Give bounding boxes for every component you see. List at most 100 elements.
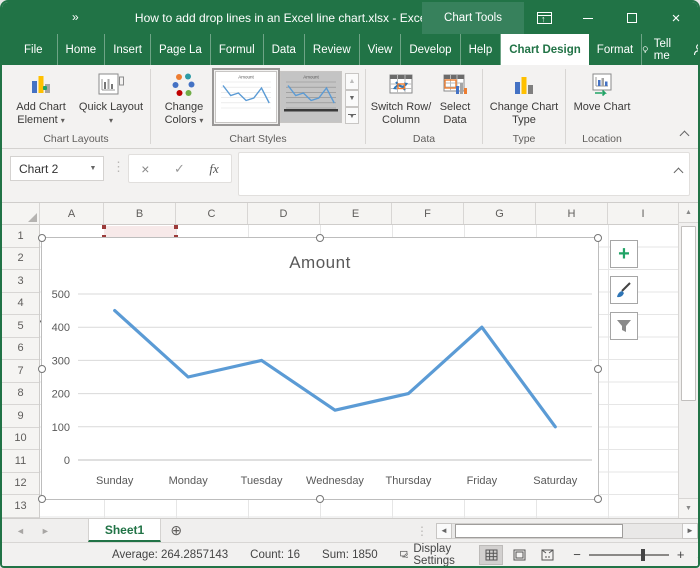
expand-formula-bar-button[interactable]: [675, 163, 682, 181]
resize-handle[interactable]: [594, 365, 602, 373]
page-break-preview-button[interactable]: [535, 545, 559, 565]
new-sheet-button[interactable]: ⊕: [161, 519, 191, 542]
close-button[interactable]: ×: [654, 2, 698, 34]
tab-develop[interactable]: Develop: [401, 34, 460, 65]
row-header-12[interactable]: 12: [2, 473, 39, 496]
chart-filters-button[interactable]: [610, 312, 638, 340]
status-sum[interactable]: Sum: 1850: [322, 549, 378, 561]
insert-function-button[interactable]: fx: [209, 161, 218, 177]
row-header-2[interactable]: 2: [2, 248, 39, 271]
row-header-4[interactable]: 4: [2, 293, 39, 316]
status-count[interactable]: Count: 16: [250, 549, 300, 561]
cancel-button[interactable]: ×: [141, 161, 149, 177]
tab-insert[interactable]: Insert: [105, 34, 151, 65]
column-header-I[interactable]: I: [608, 203, 678, 224]
column-header-F[interactable]: F: [392, 203, 464, 224]
row-header-1[interactable]: 1: [2, 225, 39, 248]
column-header-A[interactable]: A: [40, 203, 104, 224]
switch-row-column-button[interactable]: Switch Row/ Column: [370, 69, 432, 127]
formula-input[interactable]: [238, 152, 690, 196]
resize-handle[interactable]: [594, 234, 602, 242]
tab-review[interactable]: Review: [305, 34, 360, 65]
chart-elements-button[interactable]: +: [610, 240, 638, 268]
add-chart-element-button[interactable]: Add Chart Element ▾: [6, 69, 76, 127]
row-header-7[interactable]: 7: [2, 360, 39, 383]
next-sheet-button[interactable]: ►: [41, 526, 50, 536]
zoom-in-button[interactable]: +: [677, 547, 685, 562]
scroll-up-button[interactable]: ▲: [679, 203, 698, 223]
zoom-slider[interactable]: [589, 554, 669, 556]
range-handle[interactable]: [174, 225, 178, 229]
row-header-10[interactable]: 10: [2, 428, 39, 451]
row-header-8[interactable]: 8: [2, 383, 39, 406]
column-header-C[interactable]: C: [176, 203, 248, 224]
resize-handle[interactable]: [38, 234, 46, 242]
resize-handle[interactable]: [38, 365, 46, 373]
name-box-dropdown-icon[interactable]: ▼: [83, 165, 103, 172]
resize-handle[interactable]: [316, 495, 324, 503]
horizontal-scrollbar-thumb[interactable]: [455, 524, 623, 538]
gallery-up-button[interactable]: ▲: [345, 73, 359, 90]
zoom-out-button[interactable]: −: [573, 547, 581, 562]
gallery-more-button[interactable]: ▼: [345, 107, 359, 124]
column-header-D[interactable]: D: [248, 203, 320, 224]
row-header-6[interactable]: 6: [2, 338, 39, 361]
row-header-11[interactable]: 11: [2, 450, 39, 473]
select-data-button[interactable]: Select Data: [432, 69, 478, 127]
chart-style-2-thumbnail[interactable]: Amount: [280, 71, 342, 123]
collapse-ribbon-button[interactable]: [681, 130, 688, 142]
chart-style-button[interactable]: [610, 276, 638, 304]
tab-help[interactable]: Help: [461, 34, 502, 65]
gallery-down-button[interactable]: ▼: [345, 90, 359, 107]
chart-object[interactable]: 0100200300400500SundayMondayTuesdayWedne…: [41, 237, 599, 500]
page-layout-view-button[interactable]: [507, 545, 531, 565]
grid[interactable]: 12345678910111213 Λ 0100200300400500Sund…: [2, 225, 678, 518]
tab-format[interactable]: Format: [589, 34, 642, 65]
row-header-13[interactable]: 13: [2, 495, 39, 518]
change-colors-button[interactable]: Change Colors ▾: [155, 69, 213, 127]
tab-chart-design[interactable]: Chart Design: [501, 34, 589, 65]
tab-home[interactable]: Home: [58, 34, 106, 65]
chart-title[interactable]: Amount: [289, 253, 351, 272]
name-box[interactable]: Chart 2 ▼: [10, 156, 104, 181]
sheet-tab-sheet1[interactable]: Sheet1: [88, 519, 161, 542]
range-handle[interactable]: [102, 225, 106, 229]
row-header-9[interactable]: 9: [2, 405, 39, 428]
tab-data[interactable]: Data: [264, 34, 305, 65]
select-all-corner[interactable]: [2, 203, 40, 224]
quick-access-overflow-icon[interactable]: »: [72, 10, 78, 24]
tab-view[interactable]: View: [360, 34, 402, 65]
chart-style-1-thumbnail[interactable]: Amount: [215, 71, 277, 123]
tell-me-button[interactable]: Tell me: [642, 38, 675, 62]
resize-handle[interactable]: [594, 495, 602, 503]
change-chart-type-button[interactable]: Change Chart Type: [487, 69, 561, 127]
column-header-E[interactable]: E: [320, 203, 392, 224]
vertical-scrollbar-thumb[interactable]: [681, 226, 696, 401]
row-header-3[interactable]: 3: [2, 270, 39, 293]
column-header-G[interactable]: G: [464, 203, 536, 224]
tab-formul[interactable]: Formul: [211, 34, 264, 65]
ribbon-display-options-button[interactable]: [522, 2, 566, 34]
enter-button[interactable]: ✓: [174, 161, 185, 177]
vertical-scrollbar[interactable]: ▲ ▼: [678, 203, 698, 518]
minimize-button[interactable]: [566, 2, 610, 34]
maximize-button[interactable]: [610, 2, 654, 34]
normal-view-button[interactable]: [479, 545, 503, 565]
quick-layout-button[interactable]: Quick Layout ▾: [76, 69, 146, 127]
scroll-left-button[interactable]: ◄: [436, 523, 452, 539]
resize-handle[interactable]: [38, 495, 46, 503]
zoom-slider-thumb[interactable]: [641, 549, 645, 561]
horizontal-scrollbar[interactable]: ⋮ ◄ ►: [416, 519, 698, 542]
data-series-line[interactable]: [115, 311, 556, 427]
horizontal-scrollbar-track[interactable]: [452, 523, 682, 539]
row-header-5[interactable]: 5: [2, 315, 39, 338]
zoom-percentage[interactable]: 120%: [692, 549, 700, 561]
scroll-right-button[interactable]: ►: [682, 523, 698, 539]
column-header-B[interactable]: B: [104, 203, 176, 224]
scroll-down-button[interactable]: ▼: [679, 498, 698, 518]
tab-page-la[interactable]: Page La: [151, 34, 211, 65]
move-chart-button[interactable]: Move Chart: [570, 69, 634, 114]
display-settings-button[interactable]: Display Settings: [400, 543, 462, 567]
prev-sheet-button[interactable]: ◄: [16, 526, 25, 536]
share-button[interactable]: Share: [693, 43, 700, 56]
